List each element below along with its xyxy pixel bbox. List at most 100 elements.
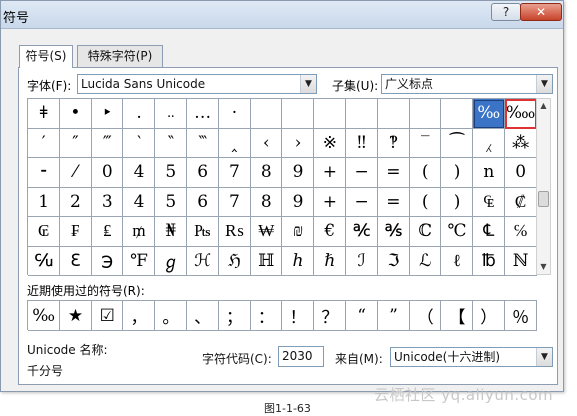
symbol-cell[interactable]: ) [441,158,474,188]
symbol-cell[interactable]: 4 [123,187,156,217]
recent-symbol-cell[interactable]: ； [218,301,251,331]
symbol-cell[interactable]: ℏ [314,246,346,276]
symbol-cell[interactable]: ℇ [59,246,92,276]
symbol-cell[interactable] [282,99,315,129]
symbol-cell[interactable]: ⁃ [28,158,60,188]
recent-symbol-cell[interactable]: ” [377,301,410,331]
help-button[interactable]: ? [491,3,521,21]
symbol-cell[interactable] [250,99,283,129]
symbol-cell[interactable]: ( [409,187,442,217]
recent-symbol-cell[interactable]: ， [123,301,156,331]
symbol-cell[interactable]: ⁁ [473,128,505,158]
symbol-cell[interactable]: ℄ [473,217,505,247]
symbol-cell[interactable]: + [314,158,346,188]
font-select[interactable]: Lucida Sans Unicode ▼ [77,74,317,94]
symbol-cell[interactable]: n [473,158,505,188]
symbol-cell[interactable]: ″ [59,128,92,158]
symbol-cell[interactable]: = [377,158,410,188]
chevron-down-icon[interactable]: ▼ [536,75,552,93]
symbol-cell[interactable]: ⁄ [59,158,92,188]
scroll-down-icon[interactable]: ▼ [537,260,550,274]
symbol-cell[interactable]: − [345,158,378,188]
symbol-cell[interactable]: ℎ [282,246,315,276]
symbol-cell[interactable]: ₣ [59,217,92,247]
symbol-cell[interactable]: ℁ [377,217,410,247]
symbol-cell[interactable]: ‹ [250,128,283,158]
symbol-cell[interactable]: ‴ [91,128,124,158]
symbol-cell[interactable]: 5 [155,187,187,217]
symbol-cell[interactable]: ‱ [504,99,537,129]
recent-symbol-cell[interactable]: 。 [155,301,187,331]
symbol-cell[interactable]: ‶ [155,128,187,158]
symbol-cell[interactable] [314,99,346,129]
symbol-cell[interactable]: ‵ [123,128,156,158]
symbol-cell[interactable]: · [218,99,251,129]
symbol-cell[interactable]: ℆ [28,246,60,276]
symbol-cell[interactable]: 4 [123,158,156,188]
symbol-cell[interactable]: ℑ [377,246,410,276]
recent-symbol-cell[interactable]: ‰ [28,301,60,331]
symbol-cell[interactable]: 0 [91,158,124,188]
chevron-down-icon[interactable]: ▼ [300,75,316,93]
subset-select[interactable]: 广义标点 ▼ [381,74,553,94]
from-select[interactable]: Unicode(十六进制) ▼ [390,347,553,367]
symbol-cell[interactable]: ₠ [473,187,505,217]
symbol-cell[interactable]: ℊ [155,246,187,276]
recent-symbol-cell[interactable]: ） [473,301,505,331]
symbol-cell[interactable]: ₪ [282,217,315,247]
symbol-cell[interactable]: ₧ [186,217,219,247]
recent-symbol-cell[interactable]: ％ [504,301,537,331]
recent-symbol-cell[interactable]: ？ [314,301,346,331]
recent-symbol-cell[interactable]: （ [409,301,442,331]
symbol-cell[interactable]: ₦ [155,217,187,247]
symbol-cell[interactable]: − [345,187,378,217]
symbol-cell[interactable]: 8 [250,187,283,217]
symbol-cell[interactable] [409,99,442,129]
symbol-cell[interactable]: ℅ [504,217,537,247]
symbol-cell[interactable]: ‣ [91,99,124,129]
symbol-cell[interactable]: ⁀ [441,128,474,158]
symbol-cell[interactable]: ) [441,187,474,217]
symbol-cell[interactable]: 0 [504,158,537,188]
symbol-cell[interactable]: ǂ [28,99,60,129]
tab-special-characters[interactable]: 特殊字符(P) [77,45,163,67]
symbol-cell[interactable]: ‸ [218,128,251,158]
symbol-cell[interactable]: ₢ [28,217,60,247]
scroll-thumb[interactable] [538,191,549,207]
recent-symbol-cell[interactable]: ★ [59,301,92,331]
symbol-cell[interactable]: ℓ [441,246,474,276]
symbol-cell[interactable]: ℒ [409,246,442,276]
symbol-cell[interactable]: 1 [28,187,60,217]
recent-symbol-cell[interactable]: 【 [441,301,474,331]
symbol-cell[interactable]: € [314,217,346,247]
symbol-cell[interactable]: = [377,187,410,217]
symbol-cell[interactable] [345,99,378,129]
symbol-cell[interactable]: + [314,187,346,217]
tab-symbols[interactable]: 符号(S) [19,45,73,68]
symbol-cell[interactable]: 8 [250,158,283,188]
symbol-cell[interactable]: › [282,128,315,158]
symbol-cell[interactable]: 9 [282,187,315,217]
symbol-cell[interactable]: ※ [314,128,346,158]
symbol-cell[interactable]: ℌ [218,246,251,276]
recent-symbol-cell[interactable]: ： [250,301,283,331]
recent-symbol-cell[interactable]: ☑ [91,301,124,331]
symbol-cell[interactable]: ℀ [345,217,378,247]
symbol-cell[interactable]: 9 [282,158,315,188]
symbol-cell[interactable]: ℉ [123,246,156,276]
symbol-cell[interactable]: ₡ [504,187,537,217]
scroll-up-icon[interactable]: ▲ [537,99,550,113]
symbol-cell[interactable]: ℃ [441,217,474,247]
symbol-cell[interactable] [377,99,410,129]
symbol-cell[interactable]: ′ [28,128,60,158]
symbol-cell[interactable]: ‰ [473,99,505,129]
symbol-cell[interactable]: • [59,99,92,129]
chevron-down-icon[interactable]: ▼ [536,348,552,366]
symbol-cell[interactable]: ‼ [345,128,378,158]
recent-symbol-cell[interactable]: 、 [186,301,219,331]
symbol-cell[interactable]: ‽ [377,128,410,158]
symbol-cell[interactable]: 3 [91,187,124,217]
symbol-cell[interactable]: ℔ [473,246,505,276]
symbol-cell[interactable]: ₤ [91,217,124,247]
symbol-cell[interactable]: ₩ [250,217,283,247]
